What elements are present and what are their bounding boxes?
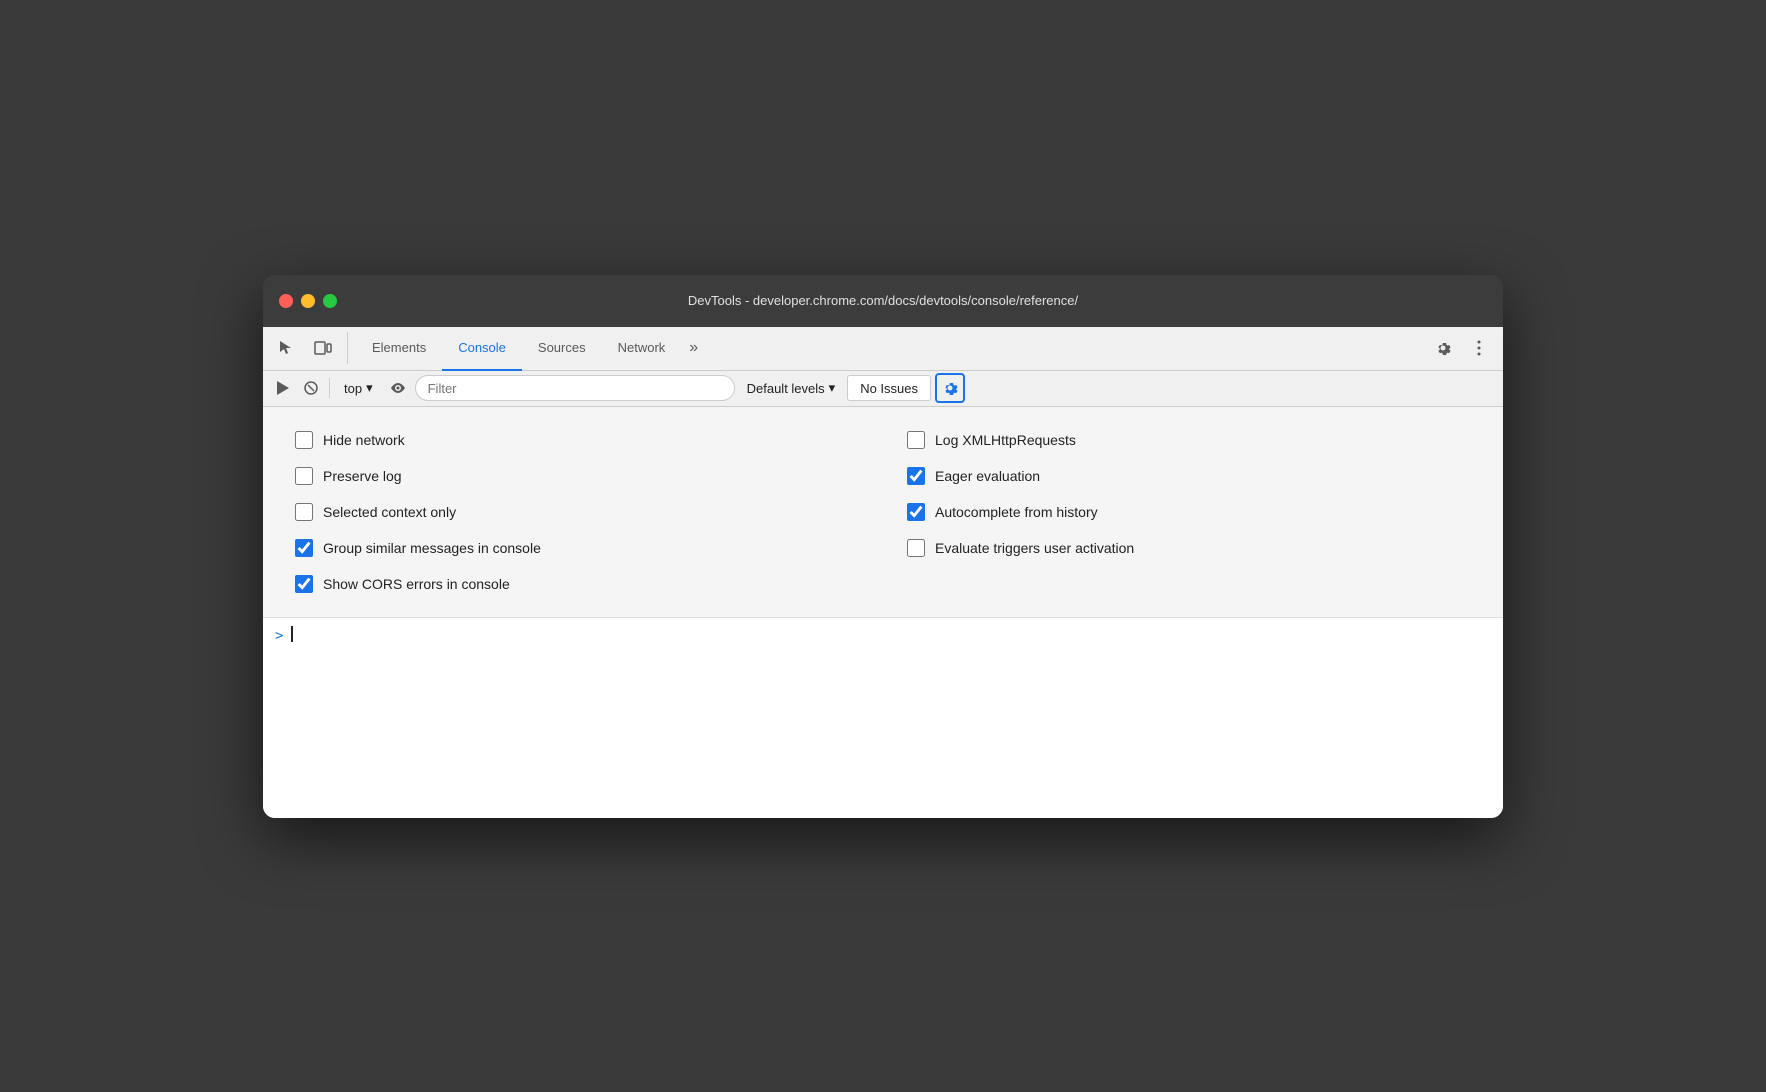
- dropdown-arrow-icon: ▾: [366, 380, 373, 396]
- log-xmlhttp-label: Log XMLHttpRequests: [935, 432, 1076, 448]
- filter-input[interactable]: [415, 375, 735, 401]
- tab-bar-actions: [1427, 332, 1495, 364]
- autocomplete-history-label: Autocomplete from history: [935, 504, 1098, 520]
- toolbar-separator-1: [329, 378, 330, 398]
- tab-console[interactable]: Console: [442, 327, 522, 371]
- eager-eval-item[interactable]: Eager evaluation: [907, 467, 1471, 485]
- eye-button[interactable]: [385, 375, 411, 401]
- settings-right-column: Log XMLHttpRequests Eager evaluation Aut…: [907, 431, 1471, 593]
- more-options-button[interactable]: [1463, 332, 1495, 364]
- levels-arrow-icon: ▾: [829, 380, 836, 396]
- console-toolbar: top ▾ Default levels ▾ No Issues: [263, 371, 1503, 407]
- titlebar: DevTools - developer.chrome.com/docs/dev…: [263, 275, 1503, 327]
- show-cors-checkbox[interactable]: [295, 575, 313, 593]
- autocomplete-history-item[interactable]: Autocomplete from history: [907, 503, 1471, 521]
- inspect-element-button[interactable]: [271, 332, 303, 364]
- hide-network-label: Hide network: [323, 432, 405, 448]
- clear-console-button[interactable]: [299, 375, 323, 401]
- preserve-log-item[interactable]: Preserve log: [295, 467, 859, 485]
- log-levels-selector[interactable]: Default levels ▾: [739, 375, 844, 401]
- console-area[interactable]: >: [263, 618, 1503, 818]
- eager-eval-checkbox[interactable]: [907, 467, 925, 485]
- log-xmlhttp-checkbox[interactable]: [907, 431, 925, 449]
- selected-context-item[interactable]: Selected context only: [295, 503, 859, 521]
- no-issues-button[interactable]: No Issues: [847, 375, 931, 401]
- device-toolbar-button[interactable]: [307, 332, 339, 364]
- levels-label: Default levels: [747, 381, 825, 396]
- devtools-content: Elements Console Sources Network »: [263, 327, 1503, 818]
- tabs-container: Elements Console Sources Network »: [356, 327, 1427, 370]
- titlebar-title: DevTools - developer.chrome.com/docs/dev…: [688, 293, 1078, 308]
- more-tabs-button[interactable]: »: [681, 339, 706, 357]
- run-script-button[interactable]: [271, 375, 295, 401]
- console-settings-active-button[interactable]: [935, 373, 965, 403]
- tab-network[interactable]: Network: [602, 327, 682, 371]
- maximize-button[interactable]: [323, 294, 337, 308]
- selected-context-checkbox[interactable]: [295, 503, 313, 521]
- group-similar-label: Group similar messages in console: [323, 540, 541, 556]
- log-xmlhttp-item[interactable]: Log XMLHttpRequests: [907, 431, 1471, 449]
- tab-icon-group: [271, 332, 348, 364]
- eager-eval-label: Eager evaluation: [935, 468, 1040, 484]
- console-cursor: [291, 626, 293, 642]
- settings-panel: Hide network Preserve log Selected conte…: [263, 407, 1503, 618]
- console-prompt: >: [275, 628, 283, 644]
- group-similar-checkbox[interactable]: [295, 539, 313, 557]
- evaluate-triggers-checkbox[interactable]: [907, 539, 925, 557]
- evaluate-triggers-label: Evaluate triggers user activation: [935, 540, 1134, 556]
- tab-elements[interactable]: Elements: [356, 327, 442, 371]
- settings-grid: Hide network Preserve log Selected conte…: [295, 431, 1471, 593]
- traffic-lights: [279, 294, 337, 308]
- hide-network-checkbox[interactable]: [295, 431, 313, 449]
- minimize-button[interactable]: [301, 294, 315, 308]
- group-similar-item[interactable]: Group similar messages in console: [295, 539, 859, 557]
- devtools-window: DevTools - developer.chrome.com/docs/dev…: [263, 275, 1503, 818]
- show-cors-item[interactable]: Show CORS errors in console: [295, 575, 859, 593]
- tab-bar: Elements Console Sources Network »: [263, 327, 1503, 371]
- context-selector[interactable]: top ▾: [336, 375, 381, 401]
- show-cors-label: Show CORS errors in console: [323, 576, 510, 592]
- autocomplete-history-checkbox[interactable]: [907, 503, 925, 521]
- console-input-line[interactable]: [291, 626, 293, 642]
- preserve-log-label: Preserve log: [323, 468, 402, 484]
- preserve-log-checkbox[interactable]: [295, 467, 313, 485]
- selected-context-label: Selected context only: [323, 504, 456, 520]
- settings-button[interactable]: [1427, 332, 1459, 364]
- evaluate-triggers-item[interactable]: Evaluate triggers user activation: [907, 539, 1471, 557]
- context-label: top: [344, 381, 362, 396]
- tab-sources[interactable]: Sources: [522, 327, 602, 371]
- close-button[interactable]: [279, 294, 293, 308]
- hide-network-item[interactable]: Hide network: [295, 431, 859, 449]
- settings-left-column: Hide network Preserve log Selected conte…: [295, 431, 859, 593]
